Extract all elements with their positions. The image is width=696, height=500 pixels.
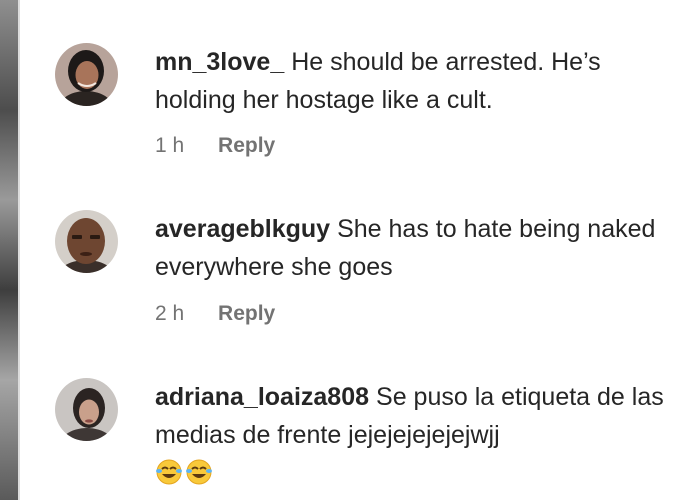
comment-username[interactable]: adriana_loaiza808 (155, 383, 369, 411)
comment-meta: 1 h Reply (155, 133, 275, 159)
comment-username[interactable]: mn_3love_ (155, 48, 284, 76)
face-with-tears-of-joy-icon (155, 455, 215, 493)
comment-timestamp: 1 h (155, 134, 185, 157)
comment-meta: 2 h Reply (155, 301, 275, 327)
reply-button[interactable]: Reply (218, 302, 275, 325)
avatar-photo-icon (55, 43, 118, 106)
avatar[interactable] (55, 378, 118, 441)
background-image-edge (0, 0, 20, 500)
reply-button[interactable]: Reply (218, 134, 275, 157)
comment-text: averageblkguy She has to hate being naked… (155, 210, 675, 286)
avatar-photo-icon (55, 210, 118, 273)
comment-text: mn_3love_ He should be arrested. He’s hol… (155, 43, 675, 119)
avatar[interactable] (55, 43, 118, 106)
avatar[interactable] (55, 210, 118, 273)
comment-timestamp: 2 h (155, 302, 185, 325)
comment-text: adriana_loaiza808 Se puso la etiqueta de … (155, 378, 675, 493)
avatar-photo-icon (55, 378, 118, 441)
comment-username[interactable]: averageblkguy (155, 215, 330, 243)
